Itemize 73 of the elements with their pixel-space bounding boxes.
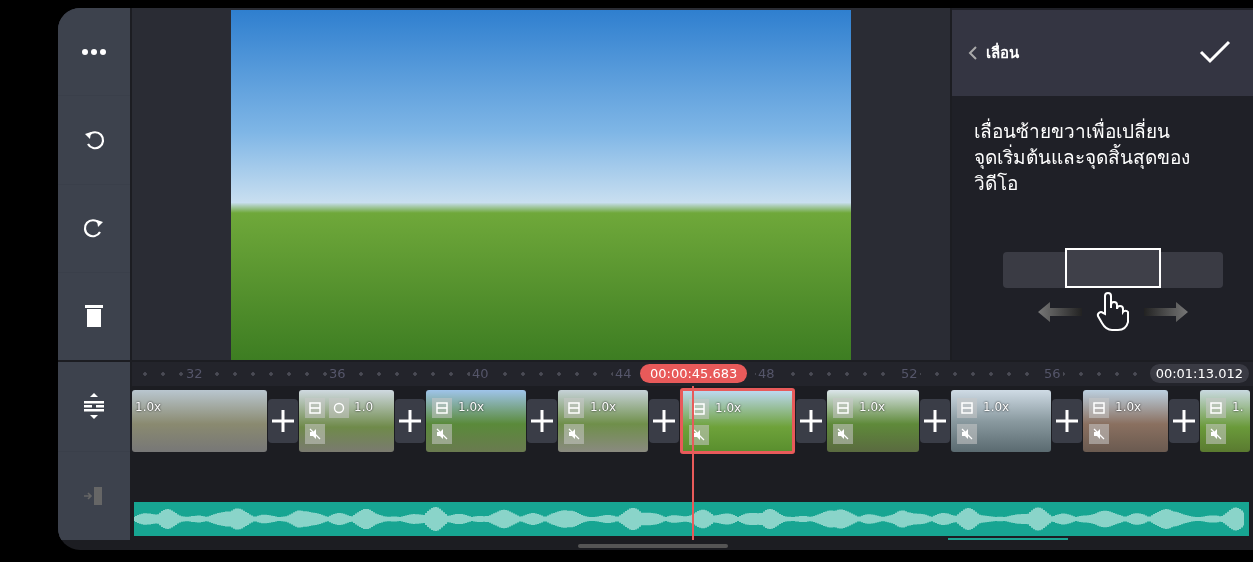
plus-icon <box>531 410 553 432</box>
video-clip[interactable]: 1.0x <box>558 390 648 452</box>
layout-icon <box>432 398 452 418</box>
add-transition-button[interactable] <box>268 399 298 443</box>
video-clip[interactable]: 1. <box>1200 390 1250 452</box>
add-transition-button[interactable] <box>395 399 425 443</box>
layout-icon <box>957 398 977 418</box>
add-transition-button[interactable] <box>796 399 826 443</box>
speed-label: 1.0x <box>590 400 617 414</box>
add-transition-button[interactable] <box>1052 399 1082 443</box>
layout-icon <box>1089 398 1109 418</box>
plus-icon <box>653 410 675 432</box>
speed-label: 1.0x <box>135 400 162 414</box>
trash-icon <box>84 304 104 329</box>
left-arrow-icon <box>1037 301 1082 323</box>
add-transition-button[interactable] <box>1169 399 1199 443</box>
ruler-label: 44 <box>613 366 634 381</box>
plus-icon <box>272 410 294 432</box>
layout-icon <box>1206 398 1226 418</box>
video-clip[interactable]: 1.0 <box>299 390 394 452</box>
speed-label: 1.0x <box>715 401 742 415</box>
ruler-label: 40 <box>470 366 491 381</box>
more-icon <box>81 47 107 56</box>
mute-icon <box>1089 424 1109 444</box>
video-clip[interactable]: 1.0x <box>951 390 1051 452</box>
speed-label: 1. <box>1232 400 1244 414</box>
video-clip[interactable]: 1.0x <box>1083 390 1168 452</box>
total-duration: 00:01:13.012 <box>1149 364 1249 383</box>
checkmark-icon <box>1199 38 1231 65</box>
undo-icon <box>83 128 105 151</box>
right-arrow-icon <box>1143 301 1188 323</box>
mute-icon <box>1206 424 1226 444</box>
layout-icon <box>689 399 709 419</box>
rotate-icon <box>329 398 349 418</box>
plus-icon <box>399 410 421 432</box>
redo-icon <box>83 217 105 240</box>
chevron-left-icon <box>968 45 978 61</box>
arrow-to-bar-icon <box>83 485 105 506</box>
video-clip[interactable]: 1.0x <box>426 390 526 452</box>
speed-label: 1.0x <box>859 400 886 414</box>
hand-pointer-icon <box>1095 292 1130 332</box>
video-clip[interactable]: 1.0x <box>132 390 267 452</box>
speed-label: 1.0x <box>1115 400 1142 414</box>
mute-icon <box>833 424 853 444</box>
ruler-label: 32 <box>184 366 205 381</box>
mute-icon <box>305 424 325 444</box>
playhead-time: 00:00:45.683 <box>640 364 748 383</box>
mute-icon <box>432 424 452 444</box>
ruler-label: 52 <box>899 366 920 381</box>
mute-icon <box>957 424 977 444</box>
add-transition-button[interactable] <box>920 399 950 443</box>
layout-icon <box>833 398 853 418</box>
plus-icon <box>1173 410 1195 432</box>
layout-icon <box>564 398 584 418</box>
ruler-label: 56 <box>1042 366 1063 381</box>
back-button[interactable]: เลื่อน <box>964 37 1023 69</box>
ruler-label: 36 <box>327 366 348 381</box>
plus-icon <box>924 410 946 432</box>
mute-icon <box>564 424 584 444</box>
video-clip[interactable]: 1.0x <box>827 390 919 452</box>
plus-icon <box>1056 410 1078 432</box>
speed-label: 1.0x <box>458 400 485 414</box>
video-clip[interactable]: 1.0x <box>680 388 795 454</box>
plus-icon <box>800 410 822 432</box>
expand-lines-icon <box>83 393 105 420</box>
speed-label: 1.0x <box>983 400 1010 414</box>
add-transition-button[interactable] <box>649 399 679 443</box>
mute-icon <box>689 425 709 445</box>
instruction-text: เลื่อนซ้ายขวาเพื่อเปลี่ยน จุดเริ่มต้นและจุดสิ้นสุดของ วิดีโอ <box>974 118 1191 196</box>
speed-label: 1.0 <box>354 400 374 414</box>
add-transition-button[interactable] <box>527 399 557 443</box>
layout-icon <box>305 398 325 418</box>
ruler-label: 48 <box>756 366 777 381</box>
